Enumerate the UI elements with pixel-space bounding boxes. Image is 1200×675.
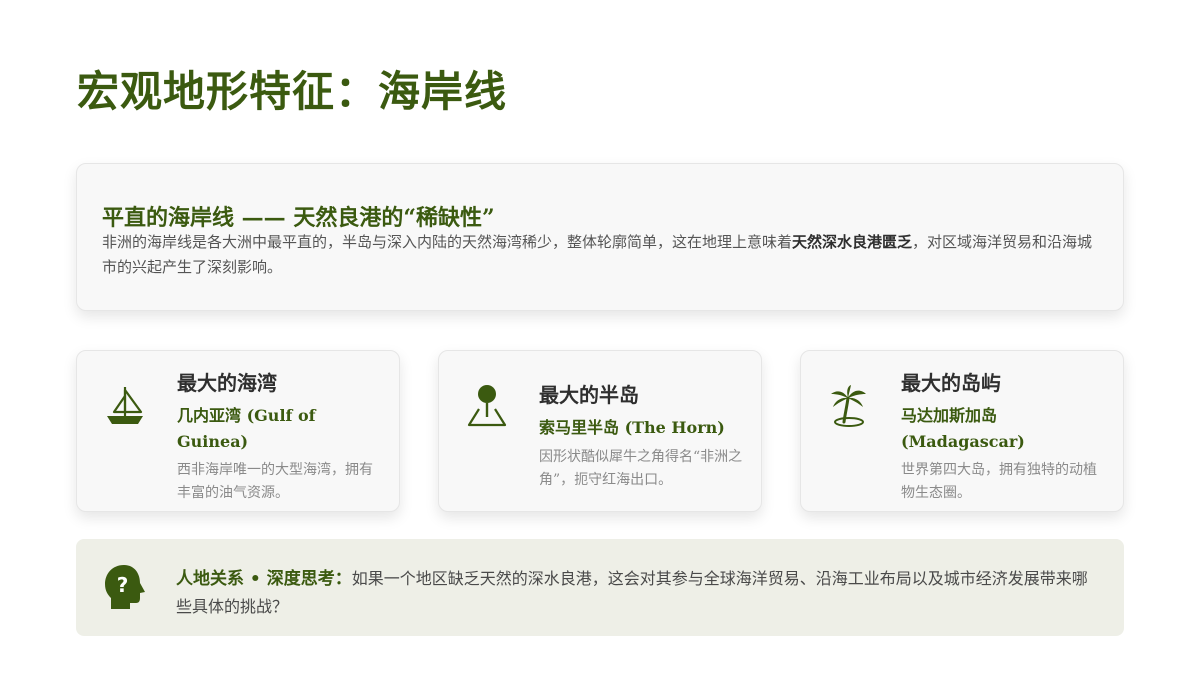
head-question-icon: ? (105, 565, 145, 609)
svg-text:?: ? (117, 573, 129, 597)
intro-panel: 平直的海岸线 —— 天然良港的“稀缺性” 非洲的海岸线是各大洲中最平直的，半岛与… (76, 163, 1124, 311)
thinking-text: 人地关系 • 深度思考：如果一个地区缺乏天然的深水良港，这会对其参与全球海洋贸易… (176, 565, 1101, 620)
intro-text: 非洲的海岸线是各大洲中最平直的，半岛与深入内陆的天然海湾稀少，整体轮廓简单，这在… (102, 230, 1102, 280)
card-desc: 西非海岸唯一的大型海湾，拥有丰富的油气资源。 (177, 462, 373, 501)
intro-text-bold: 天然深水良港匮乏 (792, 233, 913, 251)
location-pin-icon (467, 385, 507, 427)
page-title: 宏观地形特征：海岸线 (77, 67, 508, 116)
card-title: 最大的半岛 (539, 383, 639, 407)
intro-text-before: 非洲的海岸线是各大洲中最平直的，半岛与深入内陆的天然海湾稀少，整体轮廓简单，这在… (102, 233, 793, 251)
card-desc: 因形状酷似犀牛之角得名“非洲之角”，扼守红海出口。 (539, 449, 743, 488)
card-desc: 世界第四大岛，拥有独特的动植物生态圈。 (901, 462, 1097, 501)
intro-heading: 平直的海岸线 —— 天然良港的“稀缺性” (102, 205, 495, 231)
card-largest-peninsula: 最大的半岛 索马里半岛 (The Horn) 因形状酷似犀牛之角得名“非洲之角”… (438, 350, 762, 512)
palm-island-icon (831, 385, 866, 427)
thinking-label: 人地关系 • 深度思考： (176, 569, 352, 589)
card-name: 索马里半岛 (The Horn) (539, 418, 725, 437)
card-largest-gulf: 最大的海湾 几内亚湾 (Gulf of Guinea) 西非海岸唯一的大型海湾，… (76, 350, 400, 512)
card-name: 马达加斯加岛 (Madagascar) (901, 406, 1025, 451)
card-title: 最大的岛屿 (901, 371, 1001, 395)
sailboat-icon (107, 387, 143, 424)
card-name: 几内亚湾 (Gulf of Guinea) (177, 406, 316, 451)
card-title: 最大的海湾 (177, 371, 277, 395)
deep-thinking-box: ? 人地关系 • 深度思考：如果一个地区缺乏天然的深水良港，这会对其参与全球海洋… (76, 539, 1124, 636)
card-largest-island: 最大的岛屿 马达加斯加岛 (Madagascar) 世界第四大岛，拥有独特的动植… (800, 350, 1124, 512)
